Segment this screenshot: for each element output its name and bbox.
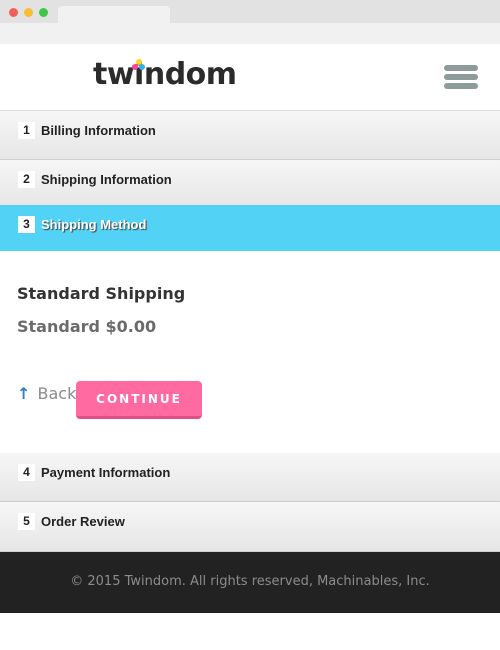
twindom-logo[interactable]: twindom <box>93 57 237 96</box>
logo-dot-pink <box>132 64 138 70</box>
step-shipping-information[interactable]: 2 Shipping Information <box>0 160 500 209</box>
shipping-method-title: Standard Shipping <box>17 284 186 303</box>
menu-bar <box>444 65 478 71</box>
browser-toolbar <box>0 23 500 44</box>
step-label: Order Review <box>41 514 125 529</box>
back-link[interactable]: ↑ Back <box>17 384 76 403</box>
shipping-option-standard[interactable]: Standard $0.00 <box>17 317 156 336</box>
step-shipping-method[interactable]: 3 Shipping Method <box>0 205 500 251</box>
step-billing-information[interactable]: 1 Billing Information <box>0 111 500 160</box>
logo-dots-icon <box>132 59 146 71</box>
back-label: Back <box>37 384 77 403</box>
logo-dot-blue <box>139 64 145 70</box>
step-number: 3 <box>18 216 35 233</box>
window-close-dot[interactable] <box>9 8 18 17</box>
continue-button[interactable]: CONTINUE <box>76 381 202 419</box>
step-label: Payment Information <box>41 465 171 480</box>
hamburger-menu-icon[interactable] <box>444 64 480 92</box>
up-arrow-icon: ↑ <box>17 384 31 403</box>
logo-text: twindom <box>93 57 237 92</box>
menu-bar <box>444 74 478 80</box>
step-label: Billing Information <box>41 123 156 138</box>
browser-tab[interactable] <box>58 6 170 23</box>
step-order-review[interactable]: 5 Order Review <box>0 502 500 552</box>
window-maximize-dot[interactable] <box>39 8 48 17</box>
step-number: 5 <box>18 513 35 530</box>
step-label: Shipping Information <box>41 172 172 187</box>
site-footer: © 2015 Twindom. All rights reserved, Mac… <box>0 552 500 613</box>
step-label: Shipping Method <box>41 217 147 232</box>
window-minimize-dot[interactable] <box>24 8 33 17</box>
footer-copyright: © 2015 Twindom. All rights reserved, Mac… <box>70 574 430 589</box>
shipping-method-panel <box>0 251 500 453</box>
step-number: 2 <box>18 171 35 188</box>
browser-chrome <box>0 0 500 44</box>
step-payment-information[interactable]: 4 Payment Information <box>0 453 500 502</box>
menu-bar <box>444 83 478 89</box>
step-number: 1 <box>18 122 35 139</box>
step-number: 4 <box>18 464 35 481</box>
site-header <box>0 44 500 111</box>
